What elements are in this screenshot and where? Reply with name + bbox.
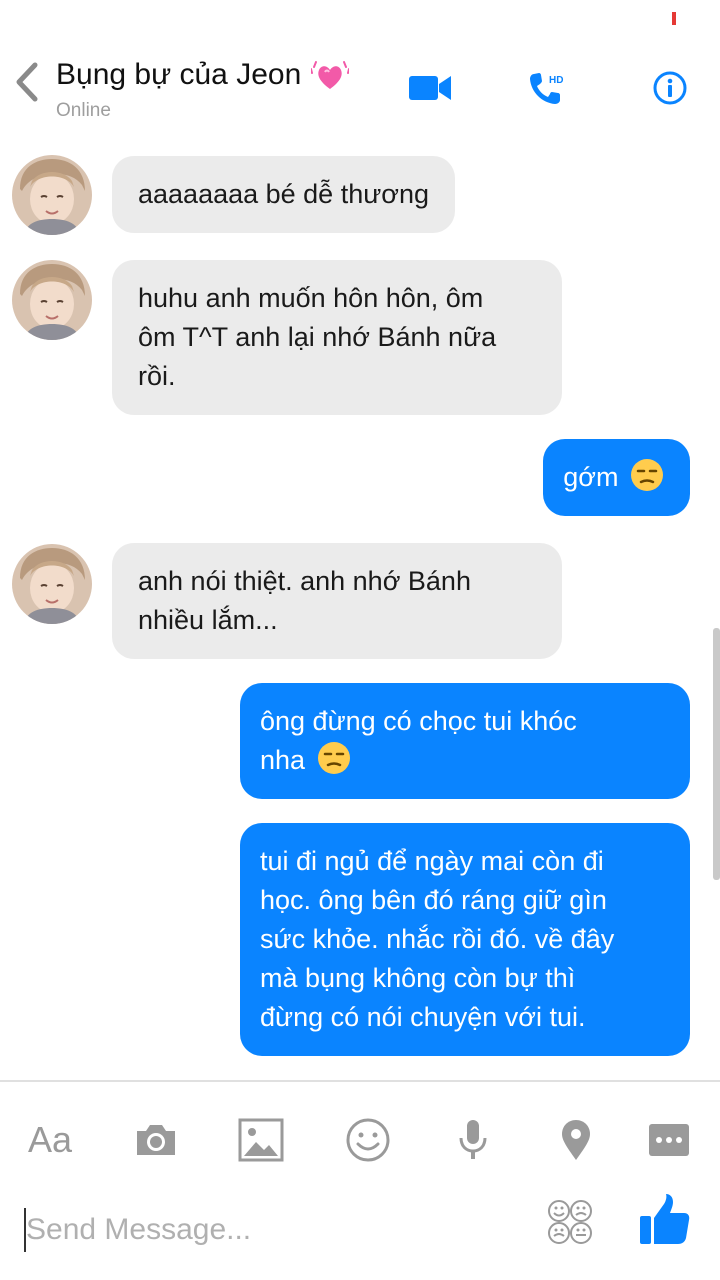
contact-avatar[interactable] — [12, 544, 92, 624]
gallery-icon — [238, 1118, 284, 1162]
more-options-button[interactable] — [639, 1114, 699, 1166]
voice-call-button[interactable]: HD — [524, 66, 572, 110]
message-bubble-outgoing[interactable]: tui đi ngủ để ngày mai còn đi học. ông b… — [240, 823, 690, 1056]
message-composer — [0, 1190, 720, 1280]
contact-name-text: Bụng bự của Jeon — [56, 58, 302, 91]
message-line: nhiều lắm... — [138, 605, 278, 635]
avatar-image — [12, 544, 92, 624]
emoji-icon — [346, 1118, 390, 1162]
more-icon — [649, 1124, 689, 1156]
like-button[interactable] — [636, 1192, 696, 1252]
message-bubble-outgoing[interactable]: ông đừng có chọc tui khóc nha — [240, 683, 690, 799]
avatar-image — [12, 155, 92, 235]
svg-text:HD: HD — [549, 75, 563, 86]
back-chevron-icon — [16, 62, 38, 102]
message-input[interactable] — [26, 1204, 506, 1256]
message-thread[interactable]: aaaaaaaa bé dễ thương huhu anh muốn hôn … — [0, 130, 720, 1080]
message-line: đừng có nói chuyện với tui. — [260, 1002, 586, 1032]
sticker-faces-icon — [548, 1200, 592, 1244]
location-pin-icon — [562, 1120, 590, 1160]
message-line: tui đi ngủ để ngày mai còn đi — [260, 846, 604, 876]
unamused-face-icon — [631, 459, 663, 491]
contact-name[interactable]: Bụng bự của Jeon — [56, 58, 350, 92]
message-line: nha — [260, 745, 306, 775]
microphone-icon — [459, 1120, 487, 1159]
composer-divider — [0, 1080, 720, 1082]
video-camera-icon — [409, 76, 451, 100]
message-line: ôm T^T anh lại nhớ Bánh nữa — [138, 322, 497, 352]
message-text: aaaaaaaa bé dễ thương — [138, 179, 430, 209]
voice-message-button[interactable] — [443, 1114, 503, 1166]
message-line: ông đừng có chọc tui khóc — [260, 706, 577, 736]
contact-avatar[interactable] — [12, 260, 92, 340]
status-indicator — [672, 12, 676, 25]
message-bubble-incoming[interactable]: anh nói thiệt. anh nhớ Bánh nhiều lắm... — [112, 543, 562, 659]
unamused-face-icon — [317, 742, 350, 774]
hd-call-icon: HD — [530, 73, 563, 104]
message-line: anh nói thiệt. anh nhớ Bánh — [138, 566, 471, 596]
text-format-button[interactable]: Aa — [20, 1114, 80, 1166]
location-button[interactable] — [546, 1114, 606, 1166]
info-icon — [653, 71, 687, 105]
message-line: mà bụng không còn bự thì — [260, 963, 576, 993]
info-button[interactable] — [646, 66, 694, 110]
avatar-image — [12, 260, 92, 340]
sticker-button[interactable] — [546, 1198, 598, 1250]
back-button[interactable] — [8, 60, 44, 104]
message-line: huhu anh muốn hôn hôn, ôm — [138, 283, 484, 313]
scrollbar[interactable] — [713, 628, 720, 880]
message-line: học. ông bên đó ráng giữ gìn — [260, 885, 607, 915]
contact-avatar[interactable] — [12, 155, 92, 235]
composer-toolbar: Aa — [0, 1100, 720, 1180]
message-bubble-incoming[interactable]: huhu anh muốn hôn hôn, ôm ôm T^T anh lại… — [112, 260, 562, 415]
message-line: rồi. — [138, 361, 176, 391]
gallery-button[interactable] — [231, 1114, 291, 1166]
message-bubble-incoming[interactable]: aaaaaaaa bé dễ thương — [112, 156, 456, 233]
online-status: Online — [56, 100, 111, 121]
message-line: sức khỏe. nhắc rồi đó. về đây — [260, 924, 615, 954]
sparkling-heart-icon — [311, 61, 350, 89]
video-call-button[interactable] — [406, 66, 454, 110]
camera-button[interactable] — [126, 1114, 186, 1166]
emoji-button[interactable] — [338, 1114, 398, 1166]
message-text: gớm — [563, 462, 619, 492]
message-bubble-outgoing[interactable]: gớm — [543, 439, 690, 516]
thumbs-up-icon — [640, 1194, 690, 1244]
status-bar — [0, 0, 720, 40]
chat-header: Bụng bự của Jeon Online HD — [0, 40, 720, 130]
camera-icon — [137, 1125, 175, 1155]
